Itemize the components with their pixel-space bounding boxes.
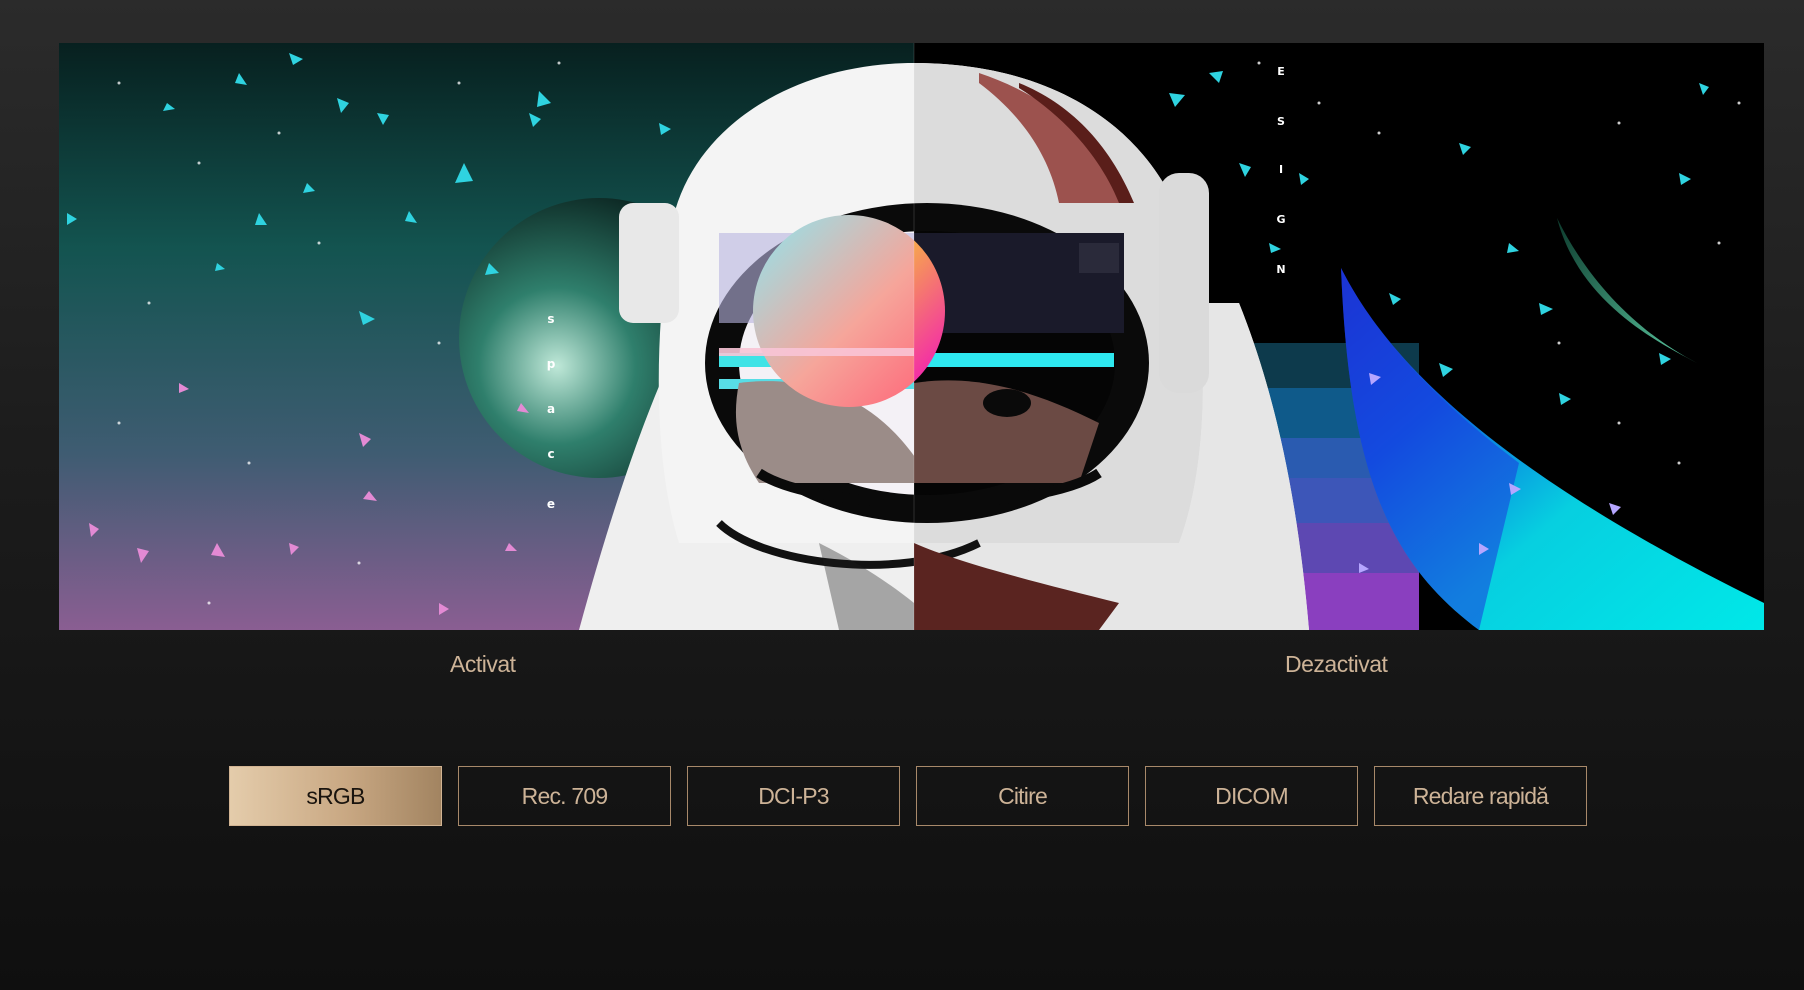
artwork-text-s: s	[547, 312, 554, 326]
mode-button-dicom[interactable]: DICOM	[1145, 766, 1358, 826]
comparison-artwork: s p a c e E S I G N	[59, 43, 1764, 630]
mode-button-rec709[interactable]: Rec. 709	[458, 766, 671, 826]
artwork-text-a: a	[547, 402, 555, 416]
color-mode-selector: sRGB Rec. 709 DCI-P3 Citire DICOM Redare…	[229, 766, 1587, 826]
artwork-text-e: e	[547, 497, 555, 511]
artwork-text-i-upper: I	[1279, 163, 1283, 176]
mode-button-dci-p3[interactable]: DCI-P3	[687, 766, 900, 826]
artwork-text-s-upper: S	[1277, 115, 1285, 128]
mode-button-citire[interactable]: Citire	[916, 766, 1129, 826]
artwork-text-e-upper: E	[1277, 65, 1285, 78]
mode-button-redare-rapida[interactable]: Redare rapidă	[1374, 766, 1587, 826]
mode-button-srgb[interactable]: sRGB	[229, 766, 442, 826]
artwork-text-c: c	[547, 447, 554, 461]
artwork-text-n-upper: N	[1276, 263, 1285, 276]
label-activat: Activat	[450, 651, 516, 677]
artwork-text-p: p	[547, 357, 556, 371]
label-dezactivat: Dezactivat	[1285, 651, 1388, 677]
astronaut-illustration: s p a c e E S I G N	[59, 43, 1764, 630]
artwork-text-g-upper: G	[1276, 213, 1285, 226]
